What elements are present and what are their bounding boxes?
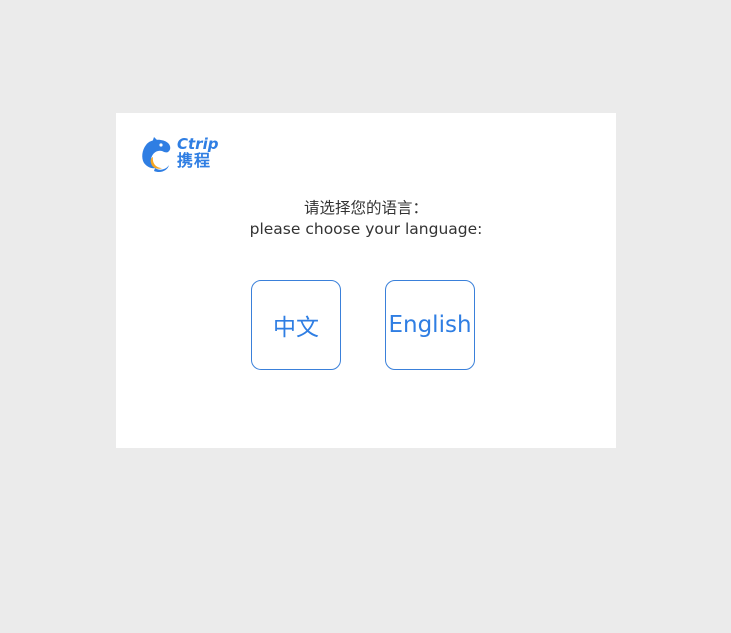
logo-wordmark: Ctrip 携程 xyxy=(177,135,237,175)
dolphin-logo-icon xyxy=(142,137,171,173)
ctrip-logo: Ctrip 携程 xyxy=(140,135,236,175)
english-language-label: English xyxy=(388,312,472,338)
english-language-button[interactable]: English xyxy=(385,280,475,370)
language-dialog: Ctrip 携程 请选择您的语言： please choose your lan… xyxy=(116,113,616,448)
prompt-english: please choose your language: xyxy=(249,220,483,238)
prompt-chinese: 请选择您的语言： xyxy=(303,199,428,217)
chinese-language-label: 中文 xyxy=(273,315,319,341)
logo-brand-cn: 携程 xyxy=(177,151,212,170)
chinese-language-button[interactable]: 中文 xyxy=(251,280,341,370)
